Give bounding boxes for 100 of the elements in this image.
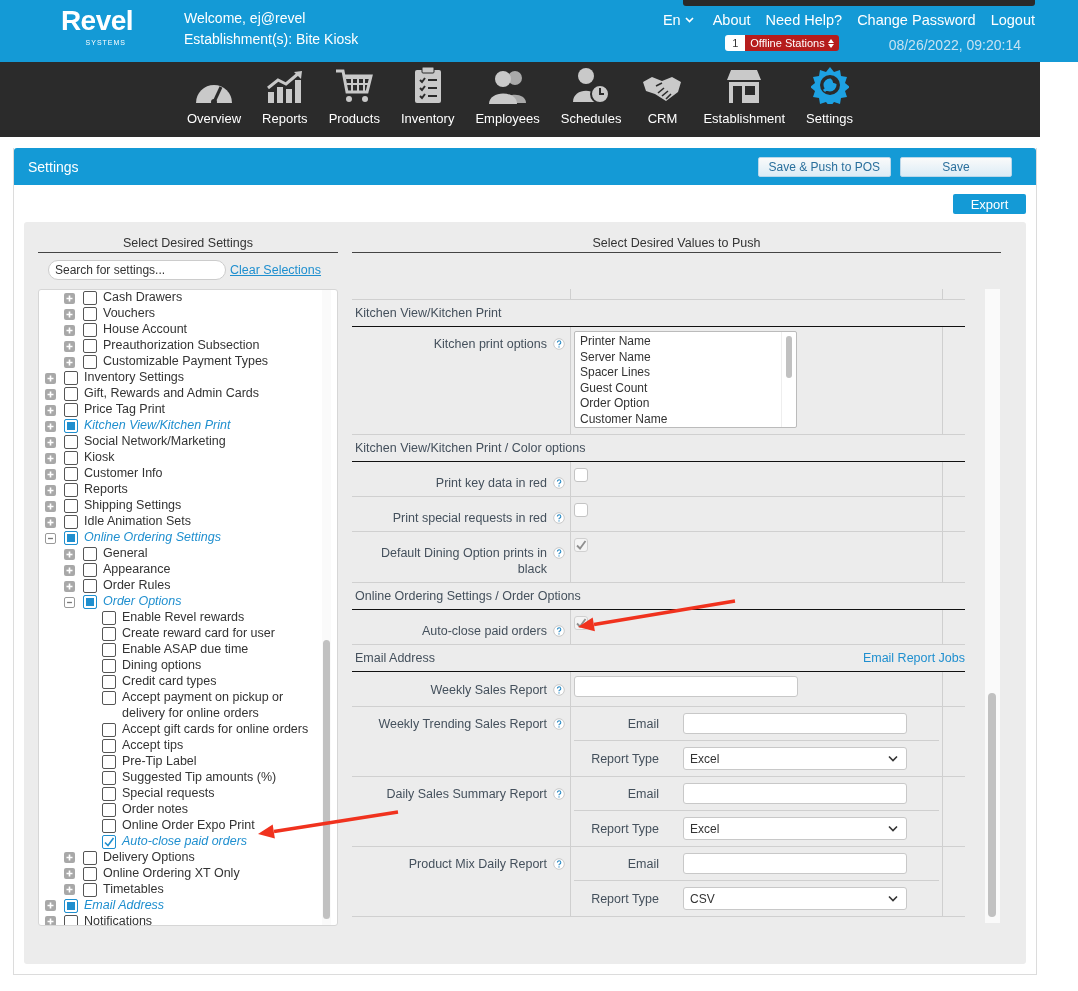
- tree-checkbox[interactable]: [102, 802, 116, 817]
- expand-icon[interactable]: [45, 484, 56, 496]
- tree-item-label[interactable]: Timetables: [103, 881, 164, 898]
- tree-item-label[interactable]: Idle Animation Sets: [84, 514, 191, 530]
- tree-checkbox[interactable]: [83, 291, 97, 305]
- tree-checkbox[interactable]: [102, 770, 116, 785]
- expand-icon[interactable]: [64, 308, 75, 320]
- tree-item-label[interactable]: Appearance: [103, 562, 171, 578]
- nav-item[interactable]: Settings: [806, 62, 854, 137]
- tree-item-label[interactable]: Accept gift cards for online orders: [122, 721, 309, 738]
- help-icon[interactable]: [553, 788, 565, 800]
- expand-icon[interactable]: [64, 884, 75, 896]
- expand-icon[interactable]: [64, 580, 75, 592]
- tree-checkbox[interactable]: [102, 818, 116, 833]
- tree-checkbox[interactable]: [64, 483, 78, 497]
- help-icon[interactable]: [553, 858, 565, 870]
- tree-item-label[interactable]: Order Rules: [103, 578, 171, 594]
- expand-icon[interactable]: [45, 468, 56, 480]
- value-checkbox[interactable]: [574, 468, 588, 482]
- expand-icon[interactable]: [45, 900, 56, 912]
- nav-item[interactable]: Reports: [262, 62, 308, 137]
- tree-item-label[interactable]: House Account: [103, 322, 188, 338]
- help-icon[interactable]: [553, 477, 565, 489]
- tree-checkbox[interactable]: [64, 435, 78, 449]
- tree-checkbox[interactable]: [64, 451, 78, 465]
- tree-checkbox[interactable]: [83, 307, 97, 321]
- nav-item[interactable]: Products: [328, 62, 380, 137]
- tree-item-label[interactable]: Online Ordering XT Only: [103, 865, 240, 882]
- tree-item-label[interactable]: Pre-Tip Label: [122, 753, 197, 770]
- tree-item-label[interactable]: Order Options: [103, 594, 182, 610]
- scrollbar-thumb[interactable]: [323, 640, 330, 919]
- nav-item[interactable]: Establishment: [703, 62, 786, 137]
- tree-item-label[interactable]: Accept payment on pickup or delivery for online orders: [122, 690, 319, 722]
- tree-checkbox[interactable]: [83, 579, 97, 593]
- expand-icon[interactable]: [45, 516, 56, 528]
- email-input-field[interactable]: [574, 676, 798, 697]
- expand-icon[interactable]: [64, 356, 75, 368]
- help-icon[interactable]: [553, 338, 565, 350]
- tree-checkbox[interactable]: [83, 547, 97, 561]
- list-option[interactable]: Server Name: [580, 349, 776, 365]
- tree-checkbox[interactable]: [102, 691, 116, 705]
- tree-checkbox[interactable]: [83, 323, 97, 337]
- expand-icon[interactable]: [64, 868, 75, 880]
- collapse-icon[interactable]: [45, 532, 56, 544]
- tree-checkbox[interactable]: [102, 627, 116, 641]
- nav-item[interactable]: CRM: [642, 62, 683, 137]
- expand-icon[interactable]: [45, 500, 56, 512]
- expand-icon[interactable]: [45, 388, 56, 400]
- tree-item-label[interactable]: Gift, Rewards and Admin Cards: [84, 386, 260, 402]
- save-button[interactable]: Save & Push to POS: [757, 156, 891, 177]
- tree-checkbox[interactable]: [64, 371, 78, 385]
- tree-item-label[interactable]: Inventory Settings: [84, 370, 185, 386]
- expand-icon[interactable]: [64, 564, 75, 576]
- tree-checkbox[interactable]: [83, 850, 97, 865]
- tree-item-label[interactable]: Accept tips: [122, 737, 184, 754]
- tree-checkbox[interactable]: [83, 339, 97, 353]
- tree-item-label[interactable]: Social Network/Marketing: [84, 434, 226, 450]
- nav-item[interactable]: Schedules: [560, 62, 622, 137]
- tree-item-label[interactable]: Enable ASAP due time: [122, 642, 249, 658]
- tree-item-label[interactable]: Suggested Tip amounts (%): [122, 769, 277, 786]
- tree-item-label[interactable]: Vouchers: [103, 306, 156, 322]
- tree-item-label[interactable]: Reports: [84, 482, 128, 498]
- tree-item-label[interactable]: Shipping Settings: [84, 498, 182, 514]
- tree-checkbox[interactable]: [102, 786, 116, 801]
- expand-icon[interactable]: [45, 372, 56, 384]
- tree-checkbox[interactable]: [64, 419, 78, 433]
- tree-item-label[interactable]: Online Ordering Settings: [84, 530, 221, 546]
- tree-checkbox[interactable]: [64, 499, 78, 513]
- tree-checkbox[interactable]: [102, 722, 116, 737]
- scrollbar-thumb[interactable]: [988, 693, 996, 917]
- expand-icon[interactable]: [64, 292, 75, 304]
- scrollbar-thumb[interactable]: [786, 336, 792, 378]
- expand-icon[interactable]: [64, 340, 75, 352]
- tree-checkbox[interactable]: [64, 914, 78, 925]
- list-option[interactable]: Printer Name: [580, 334, 776, 350]
- tree-item-label[interactable]: Customizable Payment Types: [103, 354, 269, 370]
- tree-checkbox[interactable]: [102, 675, 116, 689]
- search-field[interactable]: Search for settings...: [48, 260, 226, 280]
- tree-checkbox[interactable]: [102, 659, 116, 673]
- report-type-dropdown[interactable]: Excel: [683, 817, 907, 840]
- tree-checkbox[interactable]: [83, 355, 97, 369]
- tree-item-label[interactable]: Preauthorization Subsection: [103, 338, 260, 354]
- tree-checkbox[interactable]: [64, 403, 78, 417]
- expand-icon[interactable]: [45, 404, 56, 416]
- email-input-field[interactable]: [683, 853, 907, 874]
- email-input-field[interactable]: [683, 783, 907, 804]
- tree-checkbox[interactable]: [64, 515, 78, 529]
- tree-checkbox[interactable]: [83, 866, 97, 881]
- save-button[interactable]: Save: [900, 156, 1012, 177]
- tree-checkbox[interactable]: [64, 898, 78, 913]
- tree-item-label[interactable]: Delivery Options: [103, 849, 195, 866]
- tree-checkbox[interactable]: [64, 531, 78, 545]
- tree-item-label[interactable]: Auto-close paid orders: [122, 833, 248, 850]
- tree-item-label[interactable]: Online Order Expo Print: [122, 817, 255, 834]
- tree-item-label[interactable]: General: [103, 546, 148, 562]
- list-option[interactable]: Order Option: [580, 396, 776, 412]
- list-option[interactable]: Spacer Lines: [580, 365, 776, 381]
- tree-item-label[interactable]: Order notes: [122, 801, 188, 818]
- email-input-field[interactable]: [683, 713, 907, 734]
- help-icon[interactable]: [553, 625, 565, 637]
